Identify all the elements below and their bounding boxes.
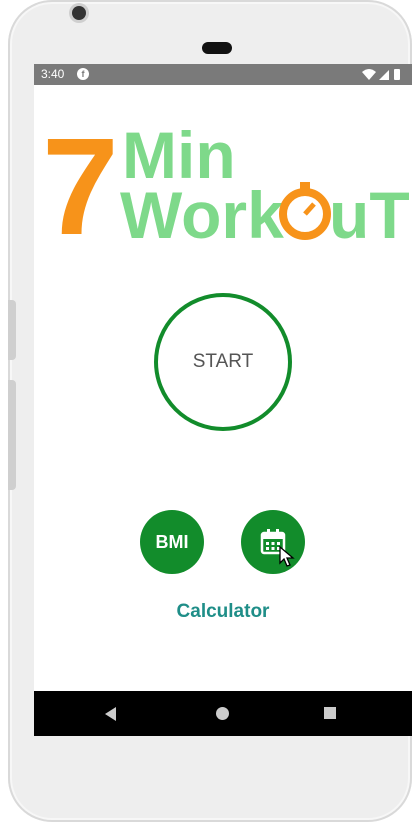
bmi-button-label: BMI: [155, 531, 189, 552]
calendar-button[interactable]: [241, 510, 305, 574]
start-button[interactable]: START: [154, 293, 292, 431]
logo-ut-text: uT: [329, 178, 410, 242]
bmi-button[interactable]: BMI: [140, 510, 204, 574]
cellular-signal-icon: [379, 70, 389, 80]
status-icons: [362, 69, 400, 80]
notification-f-icon: f: [77, 68, 89, 80]
device-frame: 3:40 f 7 Min Work uT START BMI Calculato…: [8, 0, 412, 822]
earpiece-speaker: [202, 42, 232, 54]
mouse-cursor-icon: [279, 546, 295, 567]
navigation-bar: [34, 691, 412, 736]
wifi-icon: [362, 69, 376, 80]
logo-number-7: 7: [42, 116, 119, 242]
app-logo: 7 Min Work uT: [42, 116, 410, 242]
home-icon[interactable]: [216, 707, 229, 720]
logo-work-text: Work: [120, 178, 284, 242]
status-bar: 3:40 f: [34, 64, 412, 85]
power-button: [8, 380, 16, 490]
recents-icon[interactable]: [324, 707, 336, 719]
app-screen: 3:40 f 7 Min Work uT START BMI Calculato…: [34, 64, 412, 736]
volume-button: [8, 300, 16, 360]
front-camera: [72, 6, 86, 20]
calculator-label: Calculator: [176, 601, 270, 622]
stopwatch-icon: [279, 182, 331, 240]
back-icon[interactable]: [105, 707, 116, 721]
start-button-label: START: [192, 351, 254, 372]
battery-icon: [394, 69, 400, 80]
status-time: 3:40: [41, 67, 65, 81]
